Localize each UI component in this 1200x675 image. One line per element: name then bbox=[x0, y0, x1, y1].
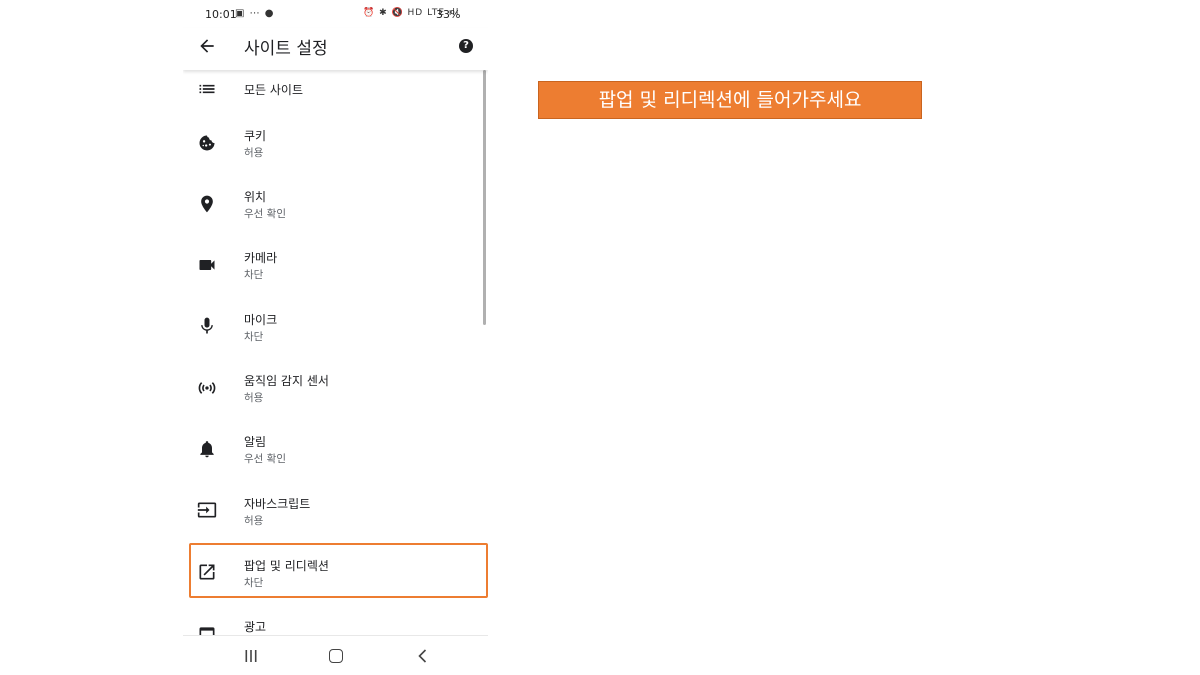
setting-status: 허용 bbox=[244, 147, 264, 159]
list-scrollbar[interactable] bbox=[483, 70, 486, 325]
notification-icons: ▣ ⋯ ● bbox=[235, 8, 275, 19]
setting-status: 허용 bbox=[244, 392, 264, 404]
page-title: 사이트 설정 bbox=[244, 39, 328, 59]
battery-level: 33% bbox=[436, 8, 461, 21]
setting-item-ads[interactable]: 광고 bbox=[183, 604, 483, 635]
setting-title: 광고 bbox=[244, 620, 267, 634]
bell-icon bbox=[200, 441, 214, 458]
location-pin-icon bbox=[201, 195, 213, 213]
recent-apps-icon[interactable] bbox=[244, 649, 258, 663]
setting-item-javascript[interactable]: 자바스크립트 허용 bbox=[183, 482, 483, 542]
setting-item-camera[interactable]: 카메라 차단 bbox=[183, 236, 483, 296]
status-bar: 10:01 ▣ ⋯ ● ⏰ ✱ 🔇 HD LTE ıll 33% bbox=[183, 0, 488, 28]
setting-item-cookies[interactable]: 쿠키 허용 bbox=[183, 114, 483, 174]
setting-item-motion-sensors[interactable]: 움직임 감지 센서 허용 bbox=[183, 359, 483, 419]
back-arrow-icon[interactable] bbox=[197, 36, 217, 56]
back-icon[interactable] bbox=[415, 648, 431, 664]
setting-title: 카메라 bbox=[244, 251, 278, 265]
app-bar: 사이트 설정 ? bbox=[183, 28, 488, 70]
setting-item-notifications[interactable]: 알림 우선 확인 bbox=[183, 420, 483, 480]
setting-status: 우선 확인 bbox=[244, 453, 286, 465]
instruction-banner: 팝업 및 리디렉션에 들어가주세요 bbox=[538, 81, 922, 119]
setting-title: 쿠키 bbox=[244, 129, 267, 143]
video-camera-icon bbox=[199, 260, 215, 270]
motion-sensor-icon bbox=[198, 382, 216, 394]
list-icon bbox=[199, 84, 215, 94]
help-icon[interactable]: ? bbox=[459, 39, 473, 53]
ads-icon bbox=[199, 627, 215, 635]
setting-title: 알림 bbox=[244, 435, 267, 449]
setting-status: 차단 bbox=[244, 331, 264, 343]
javascript-icon bbox=[197, 502, 217, 518]
home-icon[interactable] bbox=[329, 649, 343, 663]
status-time: 10:01 bbox=[205, 8, 237, 21]
setting-item-location[interactable]: 위치 우선 확인 bbox=[183, 175, 483, 235]
microphone-icon bbox=[201, 317, 213, 334]
setting-title: 마이크 bbox=[244, 313, 278, 327]
setting-status: 우선 확인 bbox=[244, 208, 286, 220]
setting-title: 모든 사이트 bbox=[244, 83, 304, 97]
setting-title: 위치 bbox=[244, 190, 267, 204]
highlight-popups-redirects bbox=[189, 543, 488, 598]
system-navigation-bar bbox=[183, 635, 488, 675]
cookie-icon bbox=[199, 135, 215, 151]
setting-title: 움직임 감지 센서 bbox=[244, 374, 329, 388]
setting-item-microphone[interactable]: 마이크 차단 bbox=[183, 298, 483, 358]
setting-title: 자바스크립트 bbox=[244, 497, 311, 511]
setting-status: 허용 bbox=[244, 515, 264, 527]
setting-status: 차단 bbox=[244, 269, 264, 281]
